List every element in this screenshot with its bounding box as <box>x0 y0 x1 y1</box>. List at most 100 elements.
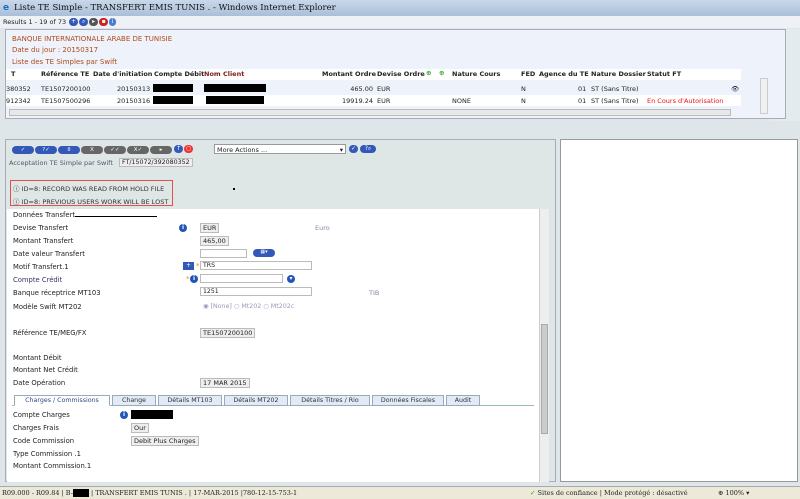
info-icon[interactable]: i <box>109 18 117 26</box>
zone-text: Sites de confiance | Mode protégé : désa… <box>537 489 688 497</box>
col-devise[interactable]: Devise Ordre <box>377 70 425 78</box>
redacted-nom <box>204 84 266 94</box>
message: ⓘ ID=8: PREVIOUS USERS WORK WILL BE LOST <box>13 198 169 206</box>
col-montant[interactable]: Montant Ordre <box>322 70 376 78</box>
add-icon[interactable]: + <box>183 262 194 270</box>
cell-devise: EUR <box>377 97 391 105</box>
modele-radio-group: ◉ [None] ○ Mt202 ○ Mt202c <box>203 303 294 310</box>
cell-montant: 465.00 <box>350 85 373 93</box>
delete-button[interactable]: X <box>81 146 103 154</box>
validate-button[interactable]: ✓ <box>12 146 34 154</box>
banque-input[interactable]: 1251 <box>200 287 312 296</box>
code-commission-field: Debit Plus Charges <box>131 436 199 446</box>
list-vertical-scrollbar[interactable] <box>760 78 768 114</box>
check-icon: ✓ <box>530 489 536 497</box>
tab-mt202[interactable]: Détails MT202 <box>224 395 288 406</box>
motif-input[interactable]: TRS <box>200 261 312 270</box>
tab-titres[interactable]: Détails Titres / Rio <box>290 395 370 406</box>
help-icon[interactable]: ○ <box>184 145 193 153</box>
col-fed[interactable]: FED <box>521 70 535 78</box>
table-row[interactable]: 380352 TE1507200100 20150313 465.00 EUR … <box>6 83 741 94</box>
dropdown-icon[interactable]: ▾ <box>287 275 295 283</box>
radio-mt202c[interactable]: ○ Mt202c <box>263 303 294 310</box>
list-subtitle: Liste des TE Simples par Swift <box>12 58 118 66</box>
message-box: ⓘ ID=8: RECORD WAS READ FROM HOLD FILE ⓘ… <box>10 180 173 206</box>
window-title: Liste TE Simple - TRANSFERT EMIS TUNIS .… <box>14 3 336 13</box>
col-nom-client[interactable]: Nom Client <box>204 70 244 78</box>
montant-field: 465,00 <box>200 236 229 246</box>
col-compte[interactable]: Compte Débit <box>154 70 204 78</box>
query-search-icon[interactable]: ?⌕ <box>360 145 376 153</box>
up-icon[interactable]: ↑ <box>174 145 183 153</box>
info-icon[interactable]: i <box>179 224 187 232</box>
add-icon[interactable]: + <box>69 18 79 26</box>
next-icon[interactable]: ▸ <box>89 18 99 26</box>
tab-mt103[interactable]: Détails MT103 <box>158 395 222 406</box>
col-nature-dossier[interactable]: Nature Dossier <box>591 70 646 78</box>
col-date[interactable]: Date d'initiation <box>93 70 152 78</box>
search-icon[interactable]: ⌕ <box>79 18 89 26</box>
info-icon[interactable]: i <box>190 275 198 283</box>
radio-none[interactable]: ◉ [None] <box>203 303 232 310</box>
compte-credit-label: Compte Crédit <box>13 276 63 284</box>
tab-fiscales[interactable]: Données Fiscales <box>372 395 444 406</box>
tab-audit[interactable]: Audit <box>446 395 480 406</box>
col-reference[interactable]: Référence TE <box>41 70 89 78</box>
validate-query-button[interactable]: ?✓ <box>35 146 57 154</box>
montant-net-label: Montant Net Crédit <box>13 366 78 374</box>
date-operation-field: 17 MAR 2015 <box>200 378 250 388</box>
action-toolbar: ✓ ?✓ II X ✓✓ X✓ ▸ ↑ ○ <box>12 145 193 154</box>
tab-bar: Charges / Commissions Change Détails MT1… <box>12 395 534 406</box>
redacted-compte <box>153 96 193 106</box>
side-frame <box>560 139 798 482</box>
authorise-button[interactable]: ✓✓ <box>104 146 126 154</box>
col-statut[interactable]: Statut FT <box>647 70 681 78</box>
next-button[interactable]: ▸ <box>150 146 172 154</box>
cell-montant: 19919.24 <box>341 97 373 105</box>
reference-label: Référence TE/MEG/FX <box>13 329 87 337</box>
tab-change[interactable]: Change <box>112 395 156 406</box>
required-icon: * <box>186 275 190 283</box>
zone-indicator[interactable]: ✓ Sites de confiance | Mode protégé : dé… <box>530 489 688 497</box>
ie-logo-icon: e <box>3 3 10 13</box>
col-nature-cours[interactable]: Nature Cours <box>452 70 500 78</box>
status-context: | TRANSFERT EMIS TUNIS . | 17-MAR-2015 |… <box>90 489 298 497</box>
date-valeur-input[interactable] <box>200 249 247 258</box>
expand-icon[interactable]: ⊕ <box>426 69 431 77</box>
banque-label: Banque réceptrice MT103 <box>13 289 101 297</box>
screen-label: Acceptation TE Simple par Swift <box>9 159 113 167</box>
chevron-down-icon: ▾ <box>339 146 343 154</box>
go-icon[interactable]: ✓ <box>349 145 358 153</box>
zoom-control[interactable]: ⊕ 100% ▾ <box>718 489 749 497</box>
radio-label: Mt202c <box>270 303 295 310</box>
radio-mt202[interactable]: ○ Mt202 <box>234 303 261 310</box>
cell-dossier: ST (Sans Titre) <box>591 85 639 93</box>
tab-charges[interactable]: Charges / Commissions <box>14 395 110 406</box>
cell-fed: N <box>521 85 526 93</box>
more-actions-select[interactable]: More Actions ... ▾ <box>214 144 346 154</box>
cell-nature: NONE <box>452 97 471 105</box>
info-icon[interactable]: i <box>120 411 128 419</box>
montant-commission-label: Montant Commission.1 <box>13 462 92 470</box>
expand-icon-2[interactable]: ⊕ <box>439 69 444 77</box>
table-row[interactable]: 912342 TE1507500296 20150316 19919.24 EU… <box>6 95 741 106</box>
redacted-nom <box>206 96 264 106</box>
zoom-value: 100% <box>725 489 745 497</box>
calendar-icon[interactable]: ▦▾ <box>253 249 275 257</box>
view-icon[interactable]: 👁 <box>731 85 739 93</box>
cell-agence: 01 <box>578 85 587 93</box>
redacted-compte <box>153 84 193 94</box>
form-vertical-scrollbar[interactable] <box>539 209 549 482</box>
col-t[interactable]: T <box>11 70 15 78</box>
more-actions-value: More Actions ... <box>217 146 268 154</box>
compte-credit-input[interactable] <box>200 274 283 283</box>
dot <box>233 188 235 190</box>
reverse-button[interactable]: X✓ <box>127 146 149 154</box>
list-horizontal-scrollbar[interactable] <box>9 109 731 116</box>
col-agence[interactable]: Agence du TE <box>539 70 589 78</box>
toolbox-icon[interactable]: ▪ <box>99 18 109 26</box>
hold-button[interactable]: II <box>58 146 80 154</box>
cell-fed: N <box>521 97 526 105</box>
redacted-compte-charges <box>131 410 173 419</box>
modele-label: Modèle Swift MT202 <box>13 303 82 311</box>
